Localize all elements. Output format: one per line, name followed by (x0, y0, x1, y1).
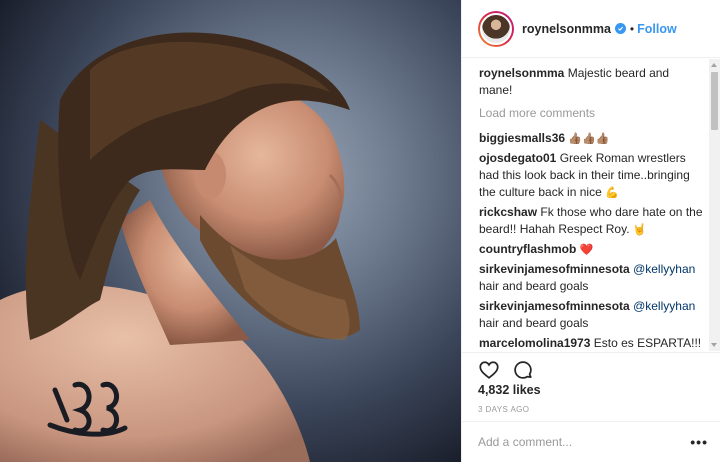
post-header: roynelsonmma • Follow (462, 0, 720, 58)
post-photo[interactable] (0, 0, 461, 462)
verified-badge-icon (614, 23, 626, 34)
comment-item: sirkevinjamesofminnesota @kellyyhan hair… (479, 261, 708, 295)
load-more-comments-button[interactable]: Load more comments (479, 105, 708, 122)
comment-button[interactable] (512, 359, 534, 382)
follow-button[interactable]: Follow (637, 22, 677, 36)
likes-count[interactable]: 4,832 likes (478, 383, 541, 397)
comments-list[interactable]: roynelsonmma Majestic beard and mane! Lo… (462, 59, 720, 351)
avatar-image (480, 12, 512, 45)
comment-item: sirkevinjamesofminnesota @kellyyhan hair… (479, 298, 708, 332)
instagram-post: roynelsonmma • Follow roynelsonmma Majes… (0, 0, 720, 462)
comment-username[interactable]: ojosdegato01 (479, 151, 556, 165)
comment-mention[interactable]: @kellyyhan (633, 262, 695, 276)
scroll-up-arrow-icon[interactable] (711, 63, 717, 67)
caption-username[interactable]: roynelsonmma (479, 66, 564, 80)
comment-container: biggiesmalls36 👍🏽👍🏽👍🏽 ojosdegato01 Greek … (479, 130, 708, 351)
comments-scrollbar[interactable] (709, 59, 720, 351)
comment-mention[interactable]: @kellyyhan (633, 299, 695, 313)
more-options-icon[interactable]: ••• (690, 434, 708, 450)
comment-item: marcelomolina1973 Esto es ESPARTA!!! Y l… (479, 335, 708, 351)
comment-item: rickcshaw Fk those who dare hate on the … (479, 204, 708, 238)
comment-emoji: 💪 (605, 186, 619, 199)
comment-item: biggiesmalls36 👍🏽👍🏽👍🏽 (479, 130, 708, 147)
post-caption: roynelsonmma Majestic beard and mane! (479, 65, 708, 99)
avatar[interactable] (478, 10, 514, 47)
comment-icon (514, 361, 532, 379)
comment-username[interactable]: countryflashmob (479, 242, 576, 256)
comment-username[interactable]: sirkevinjamesofminnesota (479, 262, 630, 276)
comment-item: ojosdegato01 Greek Roman wrestlers had t… (479, 150, 708, 201)
comment-text: hair and beard goals (479, 279, 589, 293)
comment-emoji: 🤘 (632, 223, 647, 236)
comment-emoji: ❤️ (579, 243, 594, 256)
portrait-illustration (0, 32, 360, 462)
comment-item: countryflashmob ❤️ (479, 241, 708, 258)
scroll-thumb[interactable] (711, 72, 718, 130)
comment-username[interactable]: sirkevinjamesofminnesota (479, 299, 630, 313)
comment-username[interactable]: marcelomolina1973 (479, 336, 590, 350)
comment-username[interactable]: rickcshaw (479, 205, 537, 219)
post-sidebar: roynelsonmma • Follow roynelsonmma Majes… (461, 0, 720, 462)
post-timestamp[interactable]: 3 DAYS AGO (478, 405, 529, 414)
add-comment-input[interactable] (478, 435, 691, 449)
like-button[interactable] (478, 359, 500, 382)
comment-text: hair and beard goals (479, 316, 589, 330)
scroll-down-arrow-icon[interactable] (711, 343, 717, 347)
comment-emoji: 👍🏽👍🏽👍🏽 (568, 132, 610, 145)
header-separator: • (629, 21, 635, 36)
header-username[interactable]: roynelsonmma (522, 22, 611, 36)
post-actions (462, 352, 720, 382)
comment-username[interactable]: biggiesmalls36 (479, 131, 565, 145)
heart-icon (479, 361, 499, 379)
add-comment-bar: ••• (462, 421, 720, 462)
